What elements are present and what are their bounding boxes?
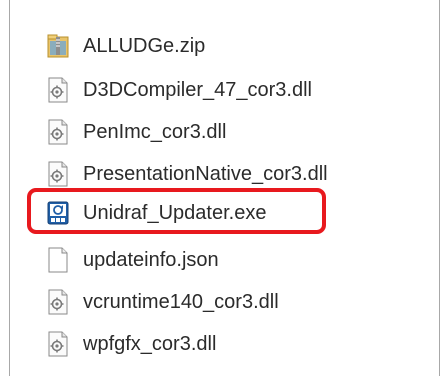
file-explorer-pane: ALLUDGe.zip D3DCompiler_47_cor3.dll PenI… (9, 0, 440, 376)
zip-folder-icon (47, 34, 69, 58)
blank-file-icon (48, 247, 68, 273)
file-name: PresentationNative_cor3.dll (83, 162, 328, 185)
dll-file-icon (48, 119, 68, 145)
file-item-penimc-dll[interactable]: PenImc_cor3.dll (47, 113, 226, 151)
exe-app-icon (47, 201, 69, 225)
file-name: ALLUDGe.zip (83, 34, 206, 57)
file-item-alludge-zip[interactable]: ALLUDGe.zip (47, 27, 205, 65)
dll-file-icon (48, 331, 68, 357)
file-name: D3DCompiler_47_cor3.dll (83, 78, 312, 101)
dll-file-icon (48, 289, 68, 315)
file-name: wpfgfx_cor3.dll (83, 332, 217, 355)
file-list: ALLUDGe.zip D3DCompiler_47_cor3.dll PenI… (10, 0, 439, 376)
file-item-d3dcompiler-dll[interactable]: D3DCompiler_47_cor3.dll (47, 71, 312, 109)
file-name: PenImc_cor3.dll (83, 120, 227, 143)
file-name: vcruntime140_cor3.dll (83, 290, 279, 313)
file-name: updateinfo.json (83, 248, 219, 271)
file-item-wpfgfx-dll[interactable]: wpfgfx_cor3.dll (47, 325, 216, 363)
file-item-updateinfo-json[interactable]: updateinfo.json (47, 241, 219, 279)
file-name: Unidraf_Updater.exe (83, 201, 267, 224)
file-item-unidraf-updater-exe[interactable]: Unidraf_Updater.exe (47, 194, 266, 232)
dll-file-icon (48, 161, 68, 187)
file-item-vcruntime-dll[interactable]: vcruntime140_cor3.dll (47, 283, 279, 321)
dll-file-icon (48, 77, 68, 103)
file-item-presentationnative-dll[interactable]: PresentationNative_cor3.dll (47, 155, 328, 193)
